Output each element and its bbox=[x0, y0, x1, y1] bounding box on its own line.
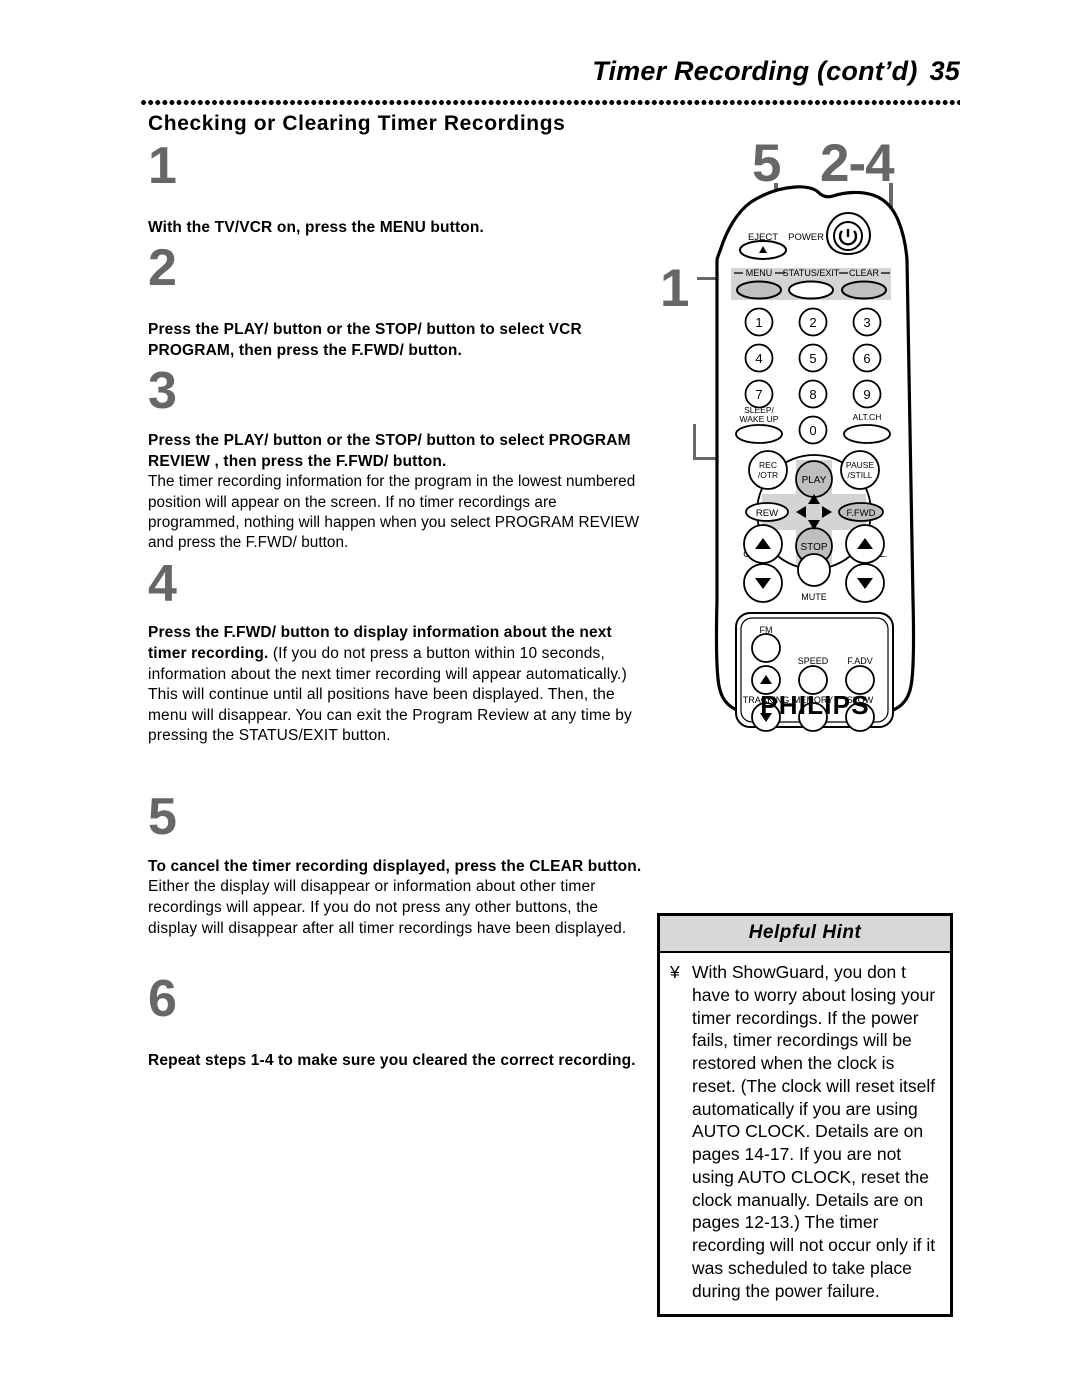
key-6-label: 6 bbox=[863, 351, 870, 366]
header-dotted-rule bbox=[140, 100, 960, 105]
page-header: Timer Recording (cont’d) 35 bbox=[140, 56, 960, 87]
step-5-lead-text: To cancel the timer recording displayed,… bbox=[148, 857, 642, 875]
key-2-label: 2 bbox=[809, 315, 816, 330]
step-6-number: 6 bbox=[148, 970, 177, 1029]
alt-ch-button[interactable] bbox=[843, 424, 891, 444]
rec-otr-label-line1: REC bbox=[759, 460, 777, 470]
step-3: 3 Press the PLAY/ button or the STOP/ bu… bbox=[148, 362, 648, 553]
helpful-hint-item: ¥ With ShowGuard, you don t have to worr… bbox=[670, 961, 940, 1302]
step-4-number: 4 bbox=[148, 554, 177, 613]
clear-button[interactable] bbox=[841, 280, 887, 300]
philips-brand-logo: PHILIPS bbox=[760, 690, 870, 720]
step-3-number: 3 bbox=[148, 362, 177, 421]
section-title: Checking or Clearing Timer Recordings bbox=[148, 112, 566, 135]
pause-still-label-line1: PAUSE bbox=[846, 460, 875, 470]
rec-otr-label-line2: /OTR bbox=[758, 470, 778, 480]
status-exit-button[interactable] bbox=[788, 280, 834, 300]
pause-still-label-line2: /STILL bbox=[847, 470, 872, 480]
key-7-label: 7 bbox=[755, 387, 762, 402]
menu-button[interactable] bbox=[736, 280, 782, 300]
ffwd-label: F.FWD bbox=[846, 508, 875, 519]
page-number: 35 bbox=[929, 56, 960, 86]
page-title: Timer Recording (cont’d) bbox=[592, 56, 918, 86]
key-9-label: 9 bbox=[863, 387, 870, 402]
key-3-label: 3 bbox=[863, 315, 870, 330]
key-5-label: 5 bbox=[809, 351, 816, 366]
clear-label: CLEAR bbox=[849, 268, 880, 278]
step-6: 6 Repeat steps 1-4 to make sure you clea… bbox=[148, 939, 648, 1071]
step-5-body: Either the display will disappear or inf… bbox=[148, 878, 627, 937]
key-8-label: 8 bbox=[809, 387, 816, 402]
helpful-hint-box: Helpful Hint ¥ With ShowGuard, you don t… bbox=[657, 913, 953, 1318]
step-4-lead: Press the F.FWD/ button to display infor… bbox=[148, 623, 648, 747]
menu-label: MENU bbox=[746, 268, 773, 278]
step-2-number: 2 bbox=[148, 239, 177, 298]
rew-label: REW bbox=[756, 508, 778, 519]
fm-button[interactable] bbox=[751, 633, 781, 663]
status-exit-label: STATUS/EXIT bbox=[783, 268, 840, 278]
helpful-hint-title: Helpful Hint bbox=[660, 916, 950, 953]
step-3-body: The timer recording information for the … bbox=[148, 473, 640, 552]
helpful-hint-body: ¥ With ShowGuard, you don t have to worr… bbox=[660, 953, 950, 1314]
step-1-lead: With the TV/VCR on, press the MENU butto… bbox=[148, 218, 484, 236]
stop-label: STOP bbox=[800, 542, 827, 553]
helpful-hint-text: With ShowGuard, you don t have to worry … bbox=[692, 962, 936, 1301]
step-1: 1 With the TV/VCR on, press the MENU but… bbox=[148, 137, 648, 238]
mute-label: MUTE bbox=[801, 592, 827, 602]
mute-button[interactable] bbox=[797, 553, 831, 587]
f-adv-label: F.ADV bbox=[847, 656, 873, 666]
sleep-wakeup-button[interactable] bbox=[735, 424, 783, 444]
step-2-lead: Press the PLAY/ button or the STOP/ butt… bbox=[148, 321, 582, 359]
step-6-lead: Repeat steps 1-4 to make sure you cleare… bbox=[148, 1051, 636, 1069]
hint-bullet-icon: ¥ bbox=[670, 962, 680, 982]
step-5-lead: To cancel the timer recording displayed,… bbox=[148, 857, 648, 939]
speed-label: SPEED bbox=[798, 656, 829, 666]
key-4-label: 4 bbox=[755, 351, 762, 366]
play-label: PLAY bbox=[802, 475, 827, 486]
remote-control-svg: EJECT POWER MENU STATUS/EXIT CLEAR 1 2 3… bbox=[714, 185, 916, 732]
key-0-label: 0 bbox=[809, 423, 816, 438]
alt-ch-label: ALT.CH bbox=[853, 412, 882, 422]
step-5: 5 To cancel the timer recording displaye… bbox=[148, 747, 648, 939]
key-1-label: 1 bbox=[755, 315, 762, 330]
manual-page: Timer Recording (cont’d) 35 Checking or C… bbox=[0, 0, 1080, 1397]
power-label: POWER bbox=[788, 232, 824, 243]
step-2: 2 Press the PLAY/ button or the STOP/ bu… bbox=[148, 239, 648, 361]
step-5-number: 5 bbox=[148, 787, 177, 846]
step-3-lead: Press the PLAY/ button or the STOP/ butt… bbox=[148, 431, 631, 470]
sleep-wakeup-label-line2: WAKE UP bbox=[740, 414, 779, 424]
remote-control-illustration: EJECT POWER MENU STATUS/EXIT CLEAR 1 2 3… bbox=[655, 130, 975, 770]
step-4: 4 Press the F.FWD/ button to display inf… bbox=[148, 554, 648, 747]
step-1-number: 1 bbox=[148, 137, 177, 195]
instructions-column: Checking or Clearing Timer Recordings 1 … bbox=[148, 112, 648, 1071]
